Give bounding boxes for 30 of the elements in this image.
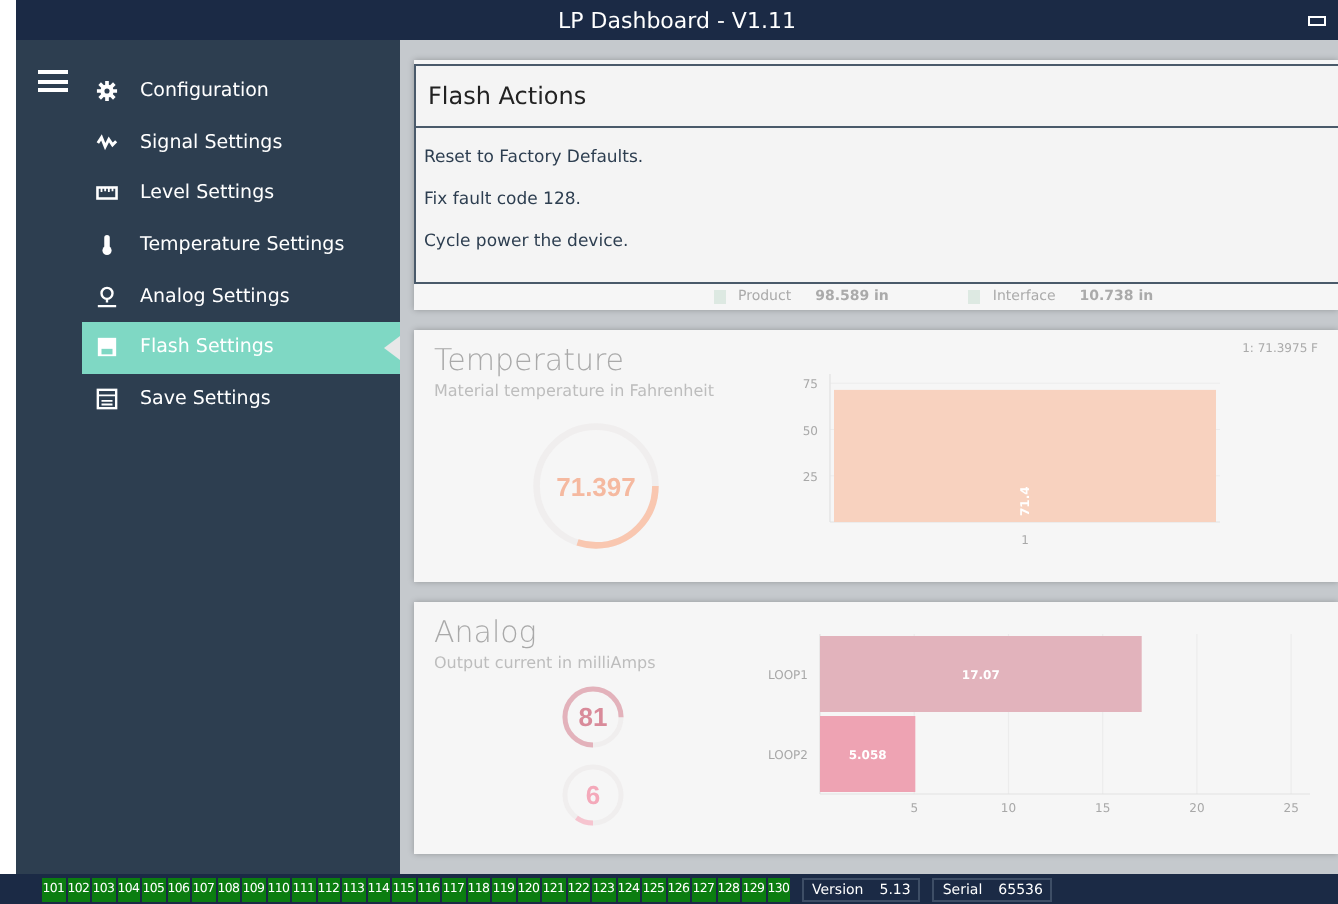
sidebar-item[interactable]: Signal Settings [82, 117, 400, 169]
menu-icon[interactable] [38, 70, 68, 92]
form-icon [96, 387, 118, 410]
current-gauge: 81 [560, 684, 626, 750]
minimize-button[interactable] [1308, 16, 1326, 26]
legend-swatch [714, 289, 726, 303]
gear-icon [96, 80, 118, 103]
current-gauge: 6 [560, 762, 626, 828]
sidebar-item[interactable]: Save Settings [82, 373, 400, 425]
sidebar-item[interactable]: Temperature Settings [82, 219, 400, 271]
card-title: Analog [434, 614, 539, 650]
dialog-text: Reset to Factory Defaults. [424, 148, 646, 168]
bar [820, 716, 916, 792]
card-title: Temperature [434, 342, 627, 378]
dialog-title: Flash Actions [416, 66, 1338, 128]
card-subtitle: Material temperature in Fahrenheit [434, 382, 717, 400]
thermometer-icon [96, 234, 118, 257]
floppy-icon [96, 336, 118, 359]
dialog-text: Cycle power the device. [424, 232, 631, 252]
sidebar-item[interactable]: Level Settings [82, 168, 400, 220]
ruler-icon [96, 182, 118, 205]
card-subtitle: Output current in milliAmps [434, 654, 658, 672]
temperature-gauge: 71.397 [530, 420, 662, 552]
sidebar-item[interactable]: Configuration [82, 66, 400, 118]
signal-icon [96, 131, 118, 154]
window-title: LP Dashboard - V1.11 [558, 7, 796, 33]
dialog-text: Fix fault code 128. [424, 190, 583, 210]
legend-swatch [968, 289, 981, 303]
probe-icon [96, 285, 118, 308]
sidebar-item[interactable]: Analog Settings [82, 270, 400, 322]
